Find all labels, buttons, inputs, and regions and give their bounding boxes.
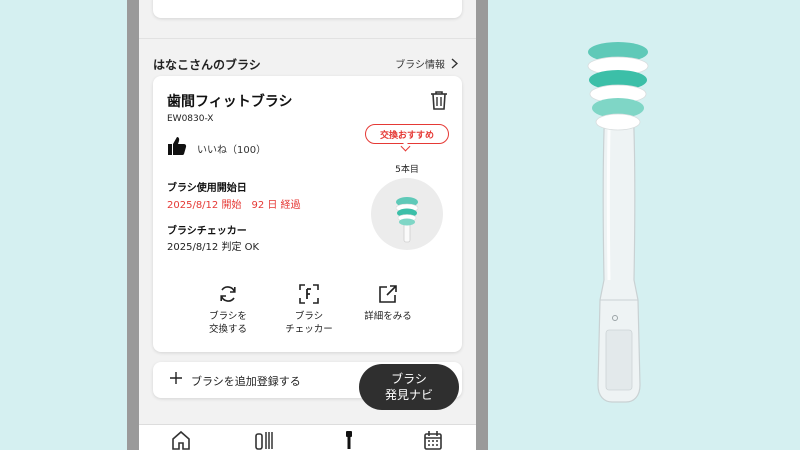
brush-checker-label: ブラシ チェッカー bbox=[285, 311, 333, 335]
checker-label: ブラシチェッカー bbox=[167, 226, 247, 237]
brush-finder-button[interactable]: ブラシ 発見ナビ bbox=[359, 364, 459, 410]
app-screen: はなこさんのブラシ ブラシ情報 歯間フィットブラシ EW0830-X いいね（1… bbox=[139, 0, 476, 450]
toothbrush-icon[interactable] bbox=[339, 430, 359, 450]
replace-brush-label: ブラシを 交換する bbox=[208, 311, 247, 335]
replace-brush-action[interactable]: ブラシを 交換する bbox=[188, 284, 268, 336]
replace-recommended-badge: 交換おすすめ bbox=[365, 124, 449, 144]
view-details-label: 詳細をみる bbox=[364, 311, 412, 322]
bottom-nav bbox=[139, 424, 476, 450]
brush-head-illustration bbox=[587, 42, 649, 403]
checker-value: 2025/8/12 判定 OK bbox=[167, 242, 260, 253]
finder-button-line2: 発見ナビ bbox=[384, 388, 433, 402]
refresh-icon bbox=[220, 286, 236, 302]
thumbs-up-icon[interactable] bbox=[167, 136, 187, 156]
previous-card bbox=[153, 0, 462, 18]
tools-icon[interactable] bbox=[254, 430, 274, 450]
product-name: 歯間フィットブラシ bbox=[167, 94, 293, 110]
start-date-label: ブラシ使用開始日 bbox=[167, 183, 247, 194]
calendar-icon[interactable] bbox=[423, 430, 443, 450]
model-code: EW0830-X bbox=[167, 114, 214, 124]
scan-icon bbox=[299, 284, 319, 304]
brush-checker-action[interactable]: ブラシ チェッカー bbox=[269, 284, 349, 336]
finder-button-line1: ブラシ bbox=[391, 372, 427, 386]
view-details-action[interactable]: 詳細をみる bbox=[348, 284, 428, 323]
chevron-right-icon bbox=[451, 58, 458, 69]
section-divider bbox=[139, 38, 476, 39]
brush-card: 歯間フィットブラシ EW0830-X いいね（100） ブラシ使用開始日 202… bbox=[153, 76, 462, 352]
brush-thumbnail bbox=[371, 178, 443, 250]
trash-icon[interactable] bbox=[430, 90, 448, 110]
external-link-icon bbox=[379, 285, 397, 303]
start-date-value: 2025/8/12 開始 92 日 経過 bbox=[167, 200, 301, 211]
plus-icon bbox=[170, 372, 182, 384]
add-brush-label: ブラシを追加登録する bbox=[191, 375, 301, 388]
home-icon[interactable] bbox=[171, 430, 191, 450]
brush-head-image bbox=[395, 197, 419, 243]
brush-info-link[interactable]: ブラシ情報 bbox=[395, 56, 458, 71]
section-title: はなこさんのブラシ bbox=[153, 58, 261, 72]
brush-info-label: ブラシ情報 bbox=[395, 60, 445, 71]
brush-count: 5本目 bbox=[395, 165, 419, 175]
like-count: いいね（100） bbox=[197, 145, 267, 156]
